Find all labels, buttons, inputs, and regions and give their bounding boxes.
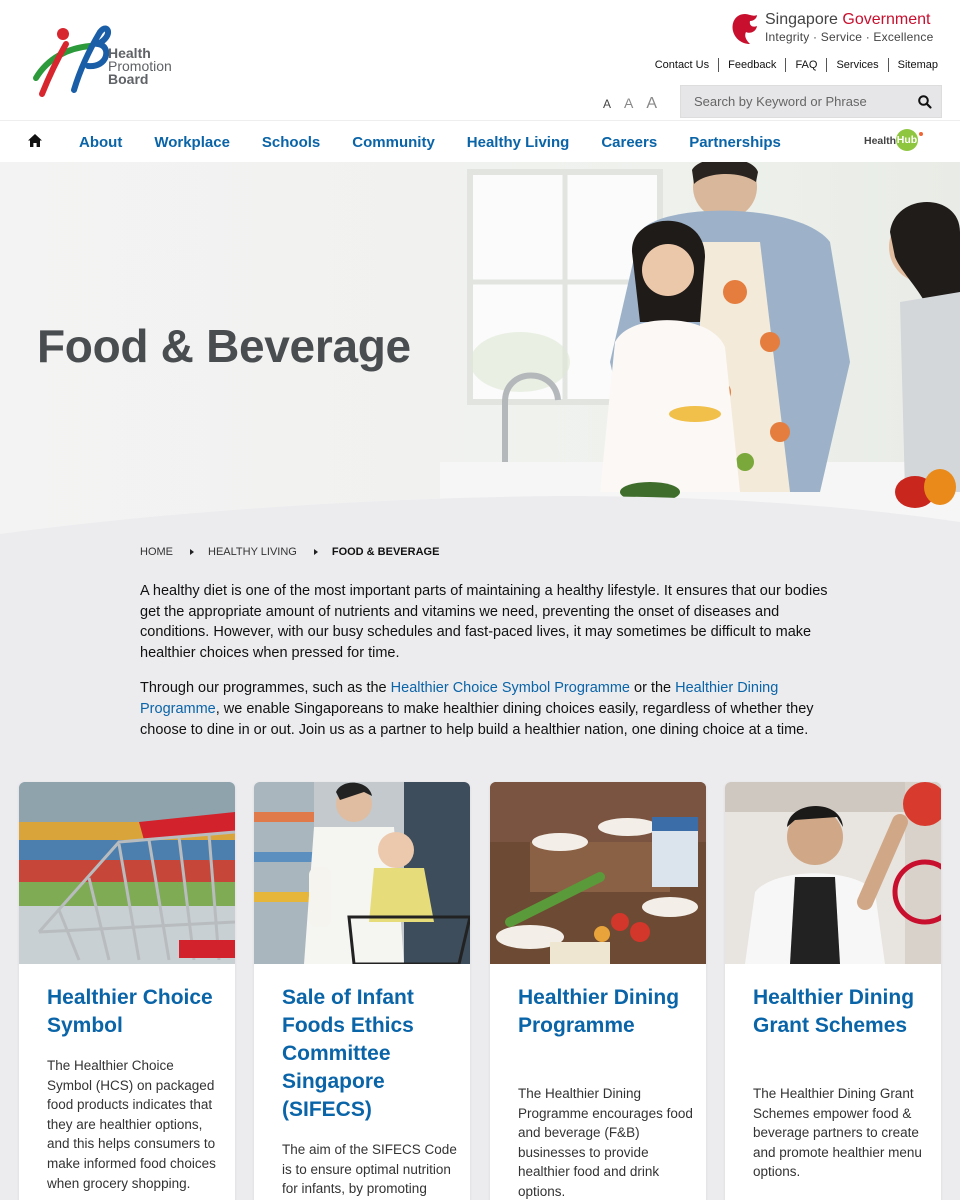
breadcrumb-current: FOOD & BEVERAGE bbox=[331, 546, 440, 558]
nav-item-careers[interactable]: Careers bbox=[585, 134, 673, 151]
logo-line-3: Board bbox=[108, 71, 149, 87]
breadcrumb-home[interactable]: HOME bbox=[140, 546, 173, 558]
gov-title: Singapore Government bbox=[765, 11, 930, 29]
search-box bbox=[680, 85, 942, 118]
nav-item-schools[interactable]: Schools bbox=[246, 134, 336, 151]
home-icon[interactable] bbox=[27, 133, 43, 148]
card-sifecs[interactable]: Sale of Infant Foods Ethics Committee Si… bbox=[254, 782, 470, 1200]
feedback-link[interactable]: Feedback bbox=[719, 58, 787, 72]
card-image bbox=[254, 782, 470, 964]
main-nav: About Workplace Schools Community Health… bbox=[0, 120, 960, 162]
healthhub-link[interactable]: Health Hub bbox=[864, 129, 926, 153]
nav-item-partnerships[interactable]: Partnerships bbox=[673, 134, 797, 151]
nav-menu: About Workplace Schools Community Health… bbox=[63, 121, 797, 163]
intro-text: A healthy diet is one of the most import… bbox=[140, 581, 830, 755]
utility-links: Contact Us Feedback FAQ Services Sitemap bbox=[646, 58, 938, 72]
contact-us-link[interactable]: Contact Us bbox=[646, 58, 720, 72]
search-input[interactable] bbox=[681, 86, 911, 117]
nav-item-healthy-living[interactable]: Healthy Living bbox=[451, 134, 586, 151]
page-title: Food & Beverage bbox=[37, 320, 411, 372]
card-description: The aim of the SIFECS Code is to ensure … bbox=[282, 1142, 457, 1197]
font-size-large-button[interactable]: A bbox=[646, 95, 657, 113]
hawker-with-sticker-image bbox=[725, 782, 941, 964]
programme-cards: Healthier Choice Symbol The Healthier Ch… bbox=[19, 782, 944, 1200]
intro-paragraph-1: A healthy diet is one of the most import… bbox=[140, 583, 828, 661]
breadcrumb-healthy-living[interactable]: HEALTHY LIVING bbox=[208, 546, 297, 558]
card-image bbox=[19, 782, 235, 964]
nav-item-workplace[interactable]: Workplace bbox=[138, 134, 246, 151]
breadcrumb-separator-icon bbox=[313, 549, 318, 555]
healthy-food-spread-image bbox=[490, 782, 706, 964]
parent-with-baby-image bbox=[254, 782, 470, 964]
intro-p2-text-3: , we enable Singaporeans to make healthi… bbox=[140, 700, 814, 738]
font-size-small-button[interactable]: A bbox=[603, 97, 611, 111]
services-link[interactable]: Services bbox=[827, 58, 889, 72]
hpb-logo-text: Health Promotion Board bbox=[108, 46, 172, 87]
healthhub-dot-icon bbox=[919, 132, 923, 136]
font-size-medium-button[interactable]: A bbox=[624, 95, 633, 111]
intro-p2-text-1: Through our programmes, such as the bbox=[140, 680, 391, 697]
gov-title-singapore: Singapore bbox=[765, 11, 838, 28]
gov-tagline: Integrity · Service · Excellence bbox=[765, 30, 934, 44]
card-healthier-dining-grant-schemes[interactable]: Healthier Dining Grant Schemes The Healt… bbox=[725, 782, 941, 1200]
card-title: Healthier Dining Programme bbox=[518, 986, 680, 1037]
hpb-logo-mark-icon bbox=[33, 25, 111, 97]
card-image bbox=[490, 782, 706, 964]
card-description: The Healthier Dining Programme encourage… bbox=[518, 1086, 693, 1199]
hcs-programme-link[interactable]: Healthier Choice Symbol Programme bbox=[391, 680, 630, 696]
nav-item-community[interactable]: Community bbox=[336, 134, 451, 151]
card-title: Healthier Choice Symbol bbox=[47, 986, 213, 1037]
hero-banner: Food & Beverage bbox=[0, 162, 960, 542]
sitemap-link[interactable]: Sitemap bbox=[889, 58, 938, 72]
singapore-government-logo[interactable]: Singapore Government Integrity · Service… bbox=[730, 10, 945, 50]
card-description: The Healthier Dining Grant Schemes empow… bbox=[753, 1086, 922, 1180]
font-size-controls: A A A bbox=[603, 95, 657, 113]
nav-item-about[interactable]: About bbox=[63, 134, 138, 151]
intro-paragraph-2: Through our programmes, such as the Heal… bbox=[140, 678, 830, 740]
card-title: Healthier Dining Grant Schemes bbox=[753, 986, 915, 1037]
faq-link[interactable]: FAQ bbox=[786, 58, 828, 72]
gov-title-government: Government bbox=[842, 11, 931, 28]
healthhub-text: Health bbox=[864, 135, 897, 147]
card-title: Sale of Infant Foods Ethics Committee Si… bbox=[282, 986, 414, 1121]
breadcrumb: HOME HEALTHY LIVING FOOD & BEVERAGE bbox=[140, 546, 439, 558]
card-healthier-dining-programme[interactable]: Healthier Dining Programme The Healthier… bbox=[490, 782, 706, 1200]
card-image bbox=[725, 782, 941, 964]
hpb-logo[interactable]: Health Promotion Board bbox=[28, 18, 188, 102]
intro-p2-text-2: or the bbox=[630, 680, 676, 697]
card-healthier-choice-symbol[interactable]: Healthier Choice Symbol The Healthier Ch… bbox=[19, 782, 235, 1200]
card-description: The Healthier Choice Symbol (HCS) on pac… bbox=[47, 1058, 216, 1191]
site-header: Health Promotion Board Singapore Governm… bbox=[0, 0, 960, 120]
breadcrumb-separator-icon bbox=[190, 549, 194, 555]
search-icon[interactable] bbox=[917, 94, 933, 110]
healthhub-badge: Hub bbox=[896, 129, 918, 151]
lion-head-icon bbox=[732, 14, 757, 44]
shopping-cart-image bbox=[19, 782, 235, 964]
